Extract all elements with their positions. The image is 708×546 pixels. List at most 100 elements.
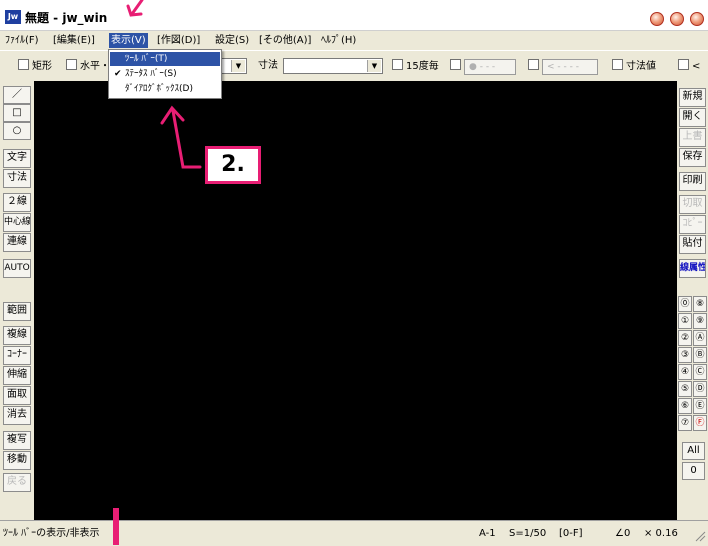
- angle-display[interactable]: ∠0: [615, 526, 630, 541]
- angle-combo[interactable]: ▼: [220, 58, 247, 74]
- layer-6-button[interactable]: ⑥: [678, 398, 692, 414]
- chevron-down-icon: ▼: [367, 60, 381, 72]
- status-message: ﾂｰﾙ ﾊﾞｰの表示/非表示: [3, 528, 100, 539]
- dimension-label: 寸法: [258, 60, 278, 71]
- spin1-checkbox[interactable]: [450, 59, 464, 73]
- center-line-tool-button[interactable]: 中心線: [3, 213, 31, 232]
- circle-tool-button[interactable]: ○: [3, 122, 31, 140]
- tool-options-bar: 矩形 水平・ ▼ 寸法 ▼ 15度毎 ● - - - < - - - - 寸法値…: [0, 50, 708, 81]
- jw-app-icon: Jw: [5, 10, 21, 24]
- step-number-label: 2.: [205, 146, 261, 184]
- close-button[interactable]: [690, 12, 704, 26]
- layer-e-button[interactable]: Ⓔ: [693, 398, 707, 414]
- rect-checkbox[interactable]: 矩形: [18, 59, 52, 73]
- zoom-display[interactable]: × 0.16: [644, 526, 678, 541]
- horizontal-checkbox[interactable]: 水平・: [66, 59, 110, 73]
- paste-button[interactable]: 貼付: [679, 235, 706, 254]
- menu-draw[interactable]: [作図(D)]: [155, 33, 202, 48]
- layer-8-button[interactable]: ⑧: [693, 296, 707, 312]
- checkbox-icon: [612, 59, 623, 70]
- spin2-checkbox[interactable]: [528, 59, 542, 73]
- resize-grip-icon[interactable]: [694, 530, 706, 542]
- checkbox-icon: [18, 59, 29, 70]
- range-tool-button[interactable]: 範囲: [3, 302, 31, 321]
- continuous-line-tool-button[interactable]: 連線: [3, 233, 31, 252]
- menu-other[interactable]: [その他(A)]: [257, 33, 313, 48]
- menu-item-dialogbox[interactable]: ﾀﾞｲｱﾛｸﾞﾎﾞｯｸｽ(D): [110, 82, 220, 96]
- last-checkbox[interactable]: <: [678, 59, 700, 73]
- title-bar: Jw 無題 - jw_win: [0, 0, 708, 31]
- menu-edit[interactable]: [編集(E)]: [51, 33, 97, 48]
- print-button[interactable]: 印刷: [679, 172, 706, 191]
- layer-9-button[interactable]: ⑨: [693, 313, 707, 329]
- minimize-button[interactable]: [650, 12, 664, 26]
- layer-group-zero-button[interactable]: 0: [682, 462, 705, 480]
- fifteen-degree-checkbox[interactable]: 15度毎: [392, 59, 439, 73]
- dimension-tool-button[interactable]: 寸法: [3, 169, 31, 188]
- menu-item-statusbar[interactable]: ✔ ｽﾃｰﾀｽ ﾊﾞｰ(S): [110, 67, 220, 81]
- menu-item-toolbar-label: ﾂｰﾙ ﾊﾞｰ(T): [125, 54, 168, 64]
- status-bar: ﾂｰﾙ ﾊﾞｰの表示/非表示 A-1 S=1/50 [0-F] ∠0 × 0.1…: [0, 520, 708, 546]
- chamfer-tool-button[interactable]: 面取: [3, 386, 31, 405]
- layer-a-button[interactable]: Ⓐ: [693, 330, 707, 346]
- layer-d-button[interactable]: Ⓓ: [693, 381, 707, 397]
- layer-4-button[interactable]: ④: [678, 364, 692, 380]
- dim-value-checkbox[interactable]: 寸法値: [612, 59, 656, 73]
- layer-b-button[interactable]: Ⓑ: [693, 347, 707, 363]
- fifteen-degree-label: 15度毎: [406, 61, 439, 72]
- open-file-button[interactable]: 開く: [679, 108, 706, 127]
- offset-line-tool-button[interactable]: 複線: [3, 326, 31, 345]
- rect-label: 矩形: [32, 61, 52, 72]
- cut-button[interactable]: 切取: [679, 195, 706, 214]
- stretch-tool-button[interactable]: 伸縮: [3, 366, 31, 385]
- window-title: 無題 - jw_win: [25, 11, 108, 25]
- spin1-field[interactable]: ● - - -: [464, 59, 516, 75]
- undo-button[interactable]: 戻る: [3, 473, 31, 492]
- layer-5-button[interactable]: ⑤: [678, 381, 692, 397]
- text-tool-button[interactable]: 文字: [3, 149, 31, 168]
- dimension-combo[interactable]: ▼: [283, 58, 383, 74]
- menu-item-toolbar[interactable]: ﾂｰﾙ ﾊﾞｰ(T): [110, 52, 220, 66]
- copy-button[interactable]: ｺﾋﾟｰ: [679, 215, 706, 234]
- last-label: <: [692, 61, 701, 72]
- chevron-down-icon: ▼: [231, 60, 245, 72]
- checkbox-icon: [450, 59, 461, 70]
- scale-display[interactable]: S=1/50: [509, 526, 546, 541]
- menu-bar: ﾌｧｲﾙ(F) [編集(E)] 表示(V) [作図(D)] 設定(S) [その他…: [0, 31, 708, 49]
- copy-tool-button[interactable]: 複写: [3, 431, 31, 450]
- checkbox-icon: [678, 59, 689, 70]
- move-tool-button[interactable]: 移動: [3, 451, 31, 470]
- rectangle-tool-button[interactable]: □: [3, 104, 31, 122]
- layer-3-button[interactable]: ③: [678, 347, 692, 363]
- menu-item-dialogbox-label: ﾀﾞｲｱﾛｸﾞﾎﾞｯｸｽ(D): [125, 84, 193, 94]
- spin2-text: < - - - -: [547, 62, 579, 72]
- line-attribute-button[interactable]: 線属性: [679, 259, 706, 278]
- checkbox-icon: [528, 59, 539, 70]
- layer-0-button[interactable]: ⓪: [678, 296, 692, 312]
- layer-all-button[interactable]: All: [682, 442, 705, 460]
- menu-help[interactable]: ﾍﾙﾌﾟ(H): [319, 33, 358, 48]
- erase-tool-button[interactable]: 消去: [3, 406, 31, 425]
- view-menu-dropdown: ﾂｰﾙ ﾊﾞｰ(T) ✔ ｽﾃｰﾀｽ ﾊﾞｰ(S) ﾀﾞｲｱﾛｸﾞﾎﾞｯｸｽ(D…: [108, 49, 222, 99]
- menu-view[interactable]: 表示(V): [109, 33, 148, 48]
- save-button[interactable]: 保存: [679, 148, 706, 167]
- spin2-field[interactable]: < - - - -: [542, 59, 598, 75]
- auto-mode-button[interactable]: AUTO: [3, 259, 31, 278]
- layer-1-button[interactable]: ①: [678, 313, 692, 329]
- corner-tool-button[interactable]: ｺｰﾅｰ: [3, 346, 31, 365]
- layer-2-button[interactable]: ②: [678, 330, 692, 346]
- paper-size[interactable]: A-1: [479, 526, 496, 541]
- drawing-canvas[interactable]: [34, 81, 677, 520]
- layer-c-button[interactable]: Ⓒ: [693, 364, 707, 380]
- line-tool-button[interactable]: ／: [3, 86, 31, 104]
- new-file-button[interactable]: 新規: [679, 88, 706, 107]
- menu-file[interactable]: ﾌｧｲﾙ(F): [3, 33, 41, 48]
- left-tool-palette: ／ □ ○ 文字 寸法 ２線 中心線 連線 AUTO 範囲 複線 ｺｰﾅｰ 伸縮…: [0, 81, 34, 520]
- layer-f-button[interactable]: Ⓕ: [693, 415, 707, 431]
- layer-display[interactable]: [0-F]: [559, 526, 583, 541]
- maximize-button[interactable]: [670, 12, 684, 26]
- layer-7-button[interactable]: ⑦: [678, 415, 692, 431]
- overwrite-save-button[interactable]: 上書: [679, 128, 706, 147]
- double-line-tool-button[interactable]: ２線: [3, 193, 31, 212]
- menu-settings[interactable]: 設定(S): [213, 33, 251, 48]
